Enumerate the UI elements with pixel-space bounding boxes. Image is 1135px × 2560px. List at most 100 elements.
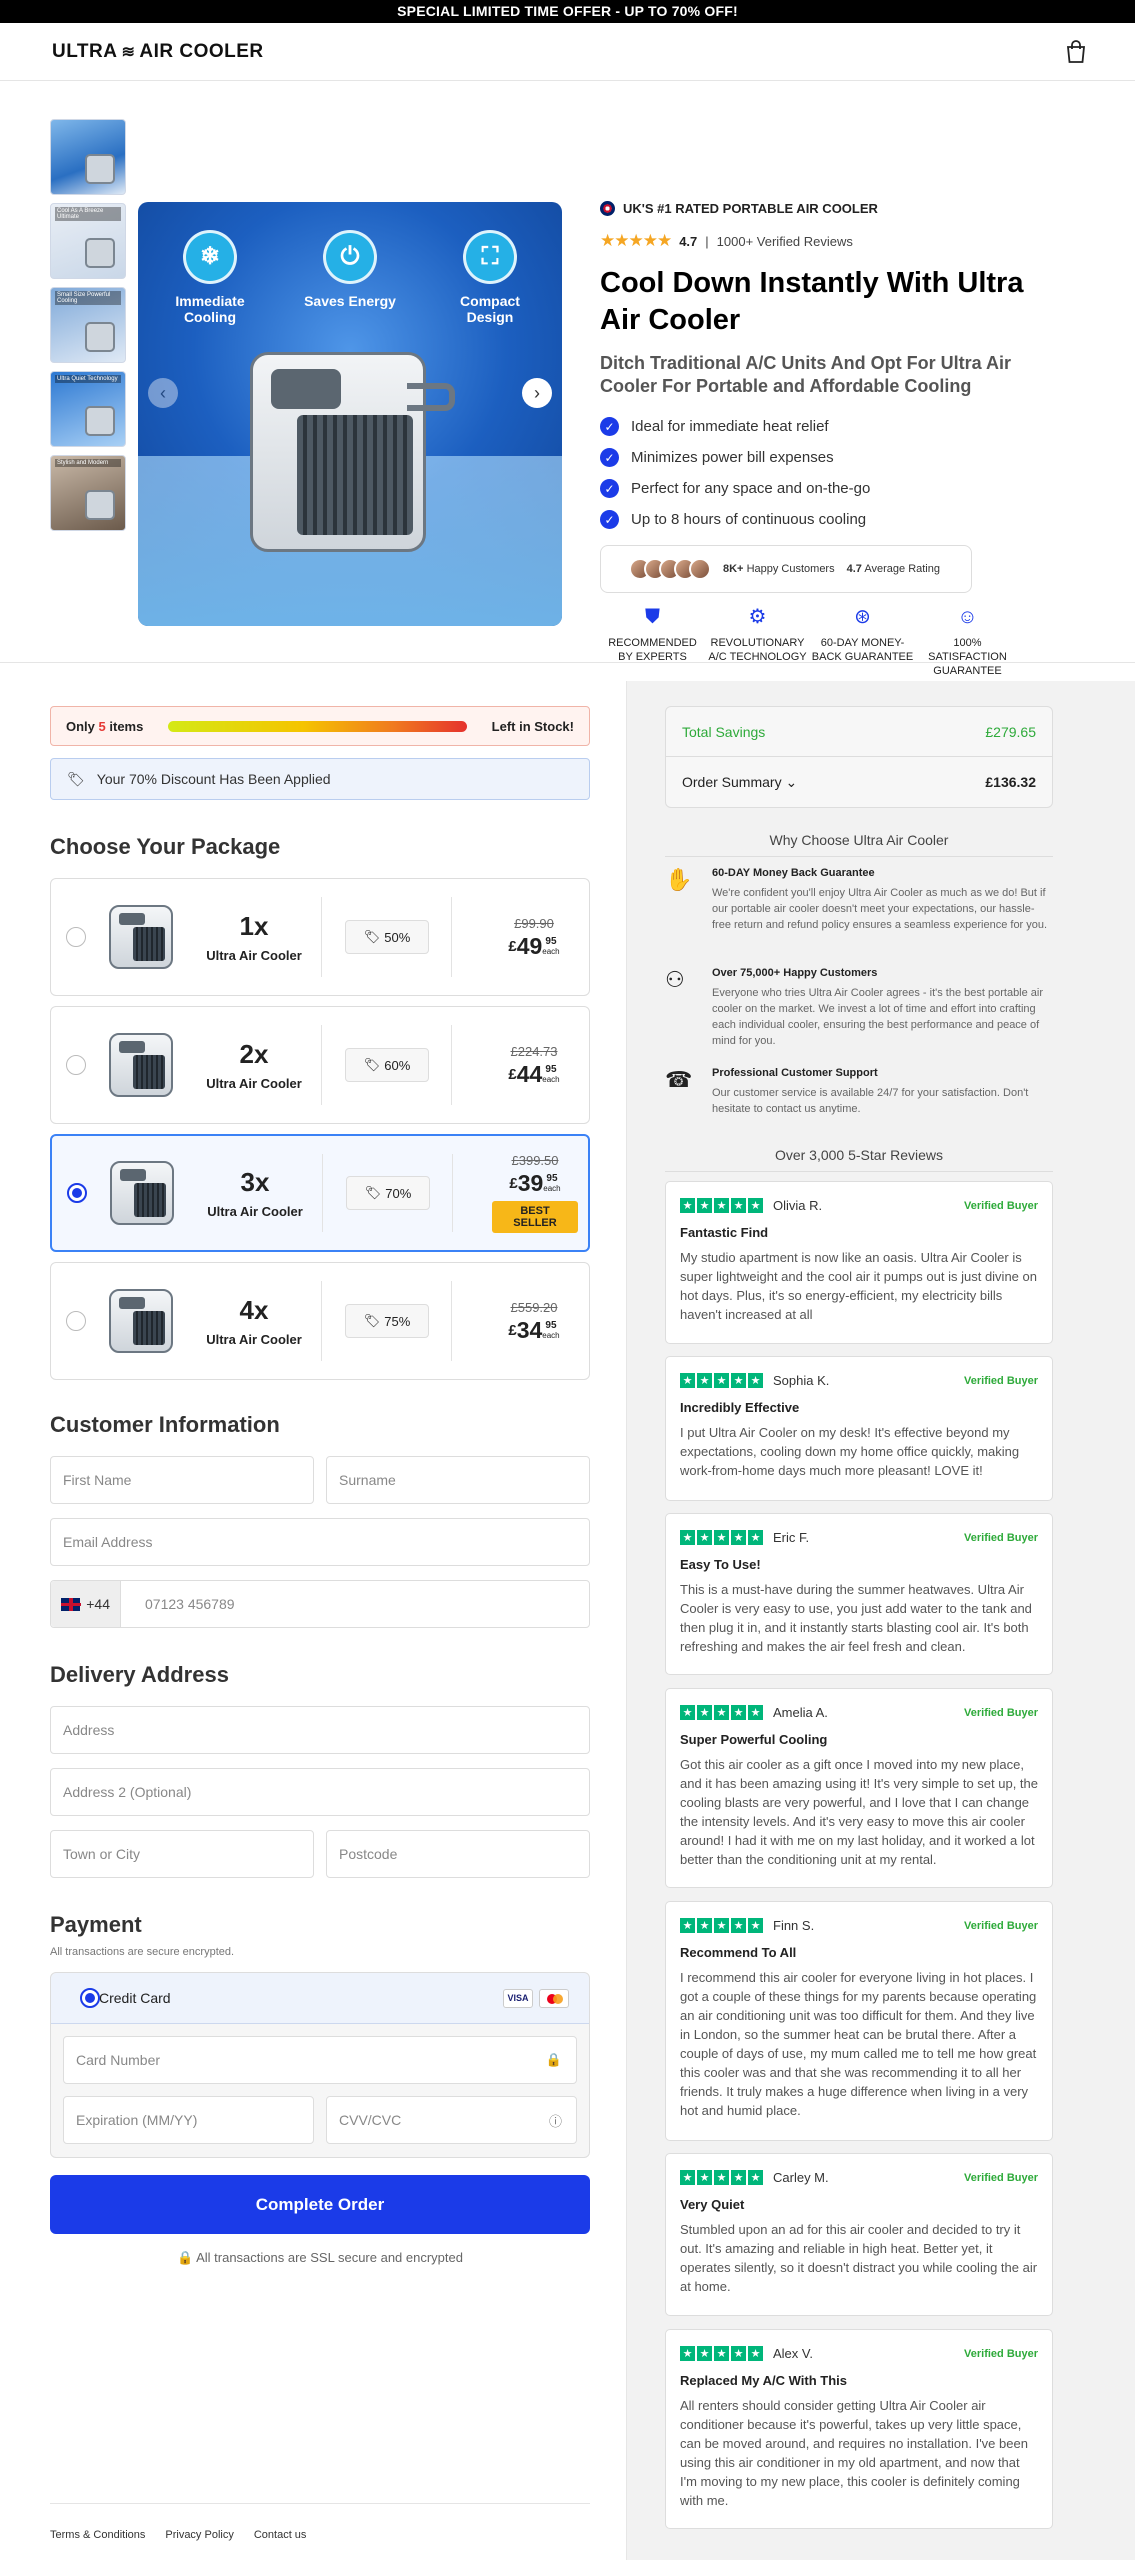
- package-radio[interactable]: [66, 1311, 86, 1331]
- email-input[interactable]: Email Address: [50, 1518, 590, 1566]
- thumbnail-3[interactable]: Small Size Powerful Cooling: [50, 287, 126, 363]
- five-star-icon: ★ ★ ★ ★ ★: [680, 2170, 763, 2185]
- package-4x[interactable]: 4x Ultra Air Cooler 🏷 75% £559.20 £34 95 eac…: [50, 1262, 590, 1380]
- cart-icon[interactable]: [1065, 39, 1087, 64]
- support-icon: ☎: [665, 1067, 693, 1092]
- country-code-select[interactable]: +44: [51, 1581, 121, 1627]
- card-number-input[interactable]: Card Number 🔒: [63, 2036, 577, 2084]
- package-price: £559.20 £34 95 each: [491, 1300, 577, 1342]
- reviewer-name: Eric F.: [773, 1530, 810, 1545]
- package-name: Ultra Air Cooler: [206, 1332, 302, 1347]
- discount-chip: 🏷 75%: [345, 1304, 429, 1338]
- order-sidebar: Total Savings £279.65 Order Summary ⌄ £136…: [626, 681, 1135, 2560]
- average-value: 4.7: [846, 563, 862, 575]
- discount-percent: 75%: [384, 1313, 411, 1329]
- price-decimal: 95: [545, 936, 557, 947]
- why-item-title: Professional Customer Support: [712, 1067, 878, 1079]
- trust-label: RECOMMENDED BY EXPERTS: [608, 637, 697, 663]
- package-qty: 1x: [239, 911, 269, 941]
- thumbnail-2[interactable]: Cool As A Breeze Ultimate: [50, 203, 126, 279]
- price-decimal: 95: [545, 1064, 557, 1075]
- star-rating-icon: ★★★★★: [600, 231, 672, 250]
- separator: [322, 1154, 323, 1232]
- privacy-link[interactable]: Privacy Policy: [165, 2529, 233, 2541]
- package-radio[interactable]: [66, 927, 86, 947]
- cvv-input[interactable]: CVV/CVC ⓘ: [326, 2096, 577, 2144]
- contact-link[interactable]: Contact us: [254, 2529, 307, 2541]
- stock-prefix: Only: [66, 718, 95, 734]
- mastercard-icon: [539, 1988, 569, 2008]
- why-item-text: We're confident you'll enjoy Ultra Air C…: [712, 887, 1048, 931]
- address-input[interactable]: Address: [50, 1706, 590, 1754]
- expiry-input[interactable]: Expiration (MM/YY): [63, 2096, 314, 2144]
- best-seller-badge: BEST SELLER: [492, 1201, 578, 1233]
- old-price: £399.50: [511, 1153, 559, 1168]
- package-qty: 3x: [240, 1167, 270, 1197]
- trust-label: REVOLUTIONARY A/C TECHNOLOGY: [708, 637, 807, 663]
- separator: [321, 1025, 322, 1105]
- review-title: Fantastic Find: [680, 1225, 769, 1240]
- trust-label: 100% SATISFACTION GUARANTEE: [928, 637, 1007, 677]
- footer-links: Terms & Conditions Privacy Policy Contac…: [50, 2503, 590, 2541]
- package-3x[interactable]: 3x Ultra Air Cooler 🏷 70% £399.50 £39 95 eac…: [50, 1134, 590, 1252]
- price-each: each: [543, 1184, 561, 1193]
- card-brands: VISA: [503, 1988, 569, 2008]
- carousel-prev-button[interactable]: ‹: [148, 378, 178, 408]
- stock-unit: items: [109, 718, 144, 734]
- review-text: My studio apartment is now like an oasis…: [680, 1250, 1037, 1322]
- lock-icon: 🔒: [545, 2052, 562, 2067]
- shield-icon: ⛊: [645, 606, 660, 628]
- tag-icon: 🏷: [67, 770, 85, 787]
- town-input[interactable]: Town or City: [50, 1830, 314, 1878]
- package-price: £99.90 £49 95 each: [491, 916, 577, 958]
- trust-technology: ⚙ REVOLUTIONARY A/C TECHNOLOGY: [705, 605, 810, 678]
- credit-card-radio[interactable]: [80, 1988, 100, 2008]
- credit-card-label: Credit Card: [99, 1990, 171, 2006]
- package-1x[interactable]: 1x Ultra Air Cooler 🏷 50% £99.90 £49 95 each: [50, 878, 590, 996]
- surname-input[interactable]: Surname: [326, 1456, 590, 1504]
- product-title: Cool Down Instantly With Ultra Air Coole…: [600, 267, 1024, 336]
- logo[interactable]: ULTRA ≋ AIR COOLER: [52, 41, 264, 63]
- currency-symbol: £: [508, 938, 517, 955]
- terms-link[interactable]: Terms & Conditions: [50, 2529, 145, 2541]
- card-row: Expiration (MM/YY) CVV/CVC ⓘ: [63, 2084, 577, 2144]
- review-title: Recommend To All: [680, 1945, 797, 1960]
- package-price: £224.73 £44 95 each: [491, 1044, 577, 1086]
- air-cooler-device: [250, 352, 455, 552]
- package-image: [110, 1161, 174, 1225]
- price-each: each: [542, 1331, 560, 1340]
- review-card: ★ ★ ★ ★ ★ Alex V. Verified Buyer Replaced My A…: [665, 2329, 1053, 2529]
- thumbnail-5[interactable]: Stylish and Modern: [50, 455, 126, 531]
- separator: [452, 1154, 453, 1232]
- discount-percent: 70%: [385, 1185, 412, 1201]
- reviewer-name: Finn S.: [773, 1918, 815, 1933]
- package-2x[interactable]: 2x Ultra Air Cooler 🏷 60% £224.73 £44 95 eac…: [50, 1006, 590, 1124]
- help-icon[interactable]: ⓘ: [549, 2111, 562, 2130]
- package-radio[interactable]: [67, 1183, 87, 1203]
- package-qty-block: 3x Ultra Air Cooler: [195, 1167, 315, 1219]
- phone-input[interactable]: +44 07123 456789: [50, 1580, 590, 1628]
- package-radio[interactable]: [66, 1055, 86, 1075]
- thumbnail-caption: Small Size Powerful Cooling: [55, 291, 121, 305]
- thumbnail-4[interactable]: Ultra Quiet Technology: [50, 371, 126, 447]
- why-item-title: Over 75,000+ Happy Customers: [712, 967, 878, 979]
- reviews-title: Over 3,000 5-Star Reviews: [665, 1147, 1053, 1172]
- first-name-input[interactable]: First Name: [50, 1456, 314, 1504]
- checkout-section: Only 5 items Left in Stock! 🏷 Your 70% D…: [0, 681, 1135, 2560]
- package-image: [109, 1033, 173, 1097]
- price-whole: 49: [516, 933, 543, 959]
- thumbnail-1[interactable]: [50, 119, 126, 195]
- tag-icon: 🏷: [363, 1313, 381, 1328]
- credit-card-option[interactable]: Credit Card VISA: [51, 1973, 589, 2024]
- tag-icon: 🏷: [363, 929, 381, 944]
- reviews-count[interactable]: 1000+ Verified Reviews: [717, 234, 853, 249]
- address2-input[interactable]: Address 2 (Optional): [50, 1768, 590, 1816]
- discount-percent: 50%: [384, 929, 411, 945]
- order-summary-toggle[interactable]: Order Summary ⌄ £136.32: [666, 757, 1052, 807]
- carousel-next-button[interactable]: ›: [522, 378, 552, 408]
- benefit-list: ✓ Ideal for immediate heat relief ✓ Minimi…: [600, 411, 1060, 535]
- complete-order-button[interactable]: Complete Order: [50, 2175, 590, 2234]
- social-proof: 8K+ Happy Customers 4.7 Average Rating: [600, 545, 972, 593]
- review-card: ★ ★ ★ ★ ★ Carley M. Verified Buyer Very Quiet …: [665, 2153, 1053, 2316]
- postcode-input[interactable]: Postcode: [326, 1830, 590, 1878]
